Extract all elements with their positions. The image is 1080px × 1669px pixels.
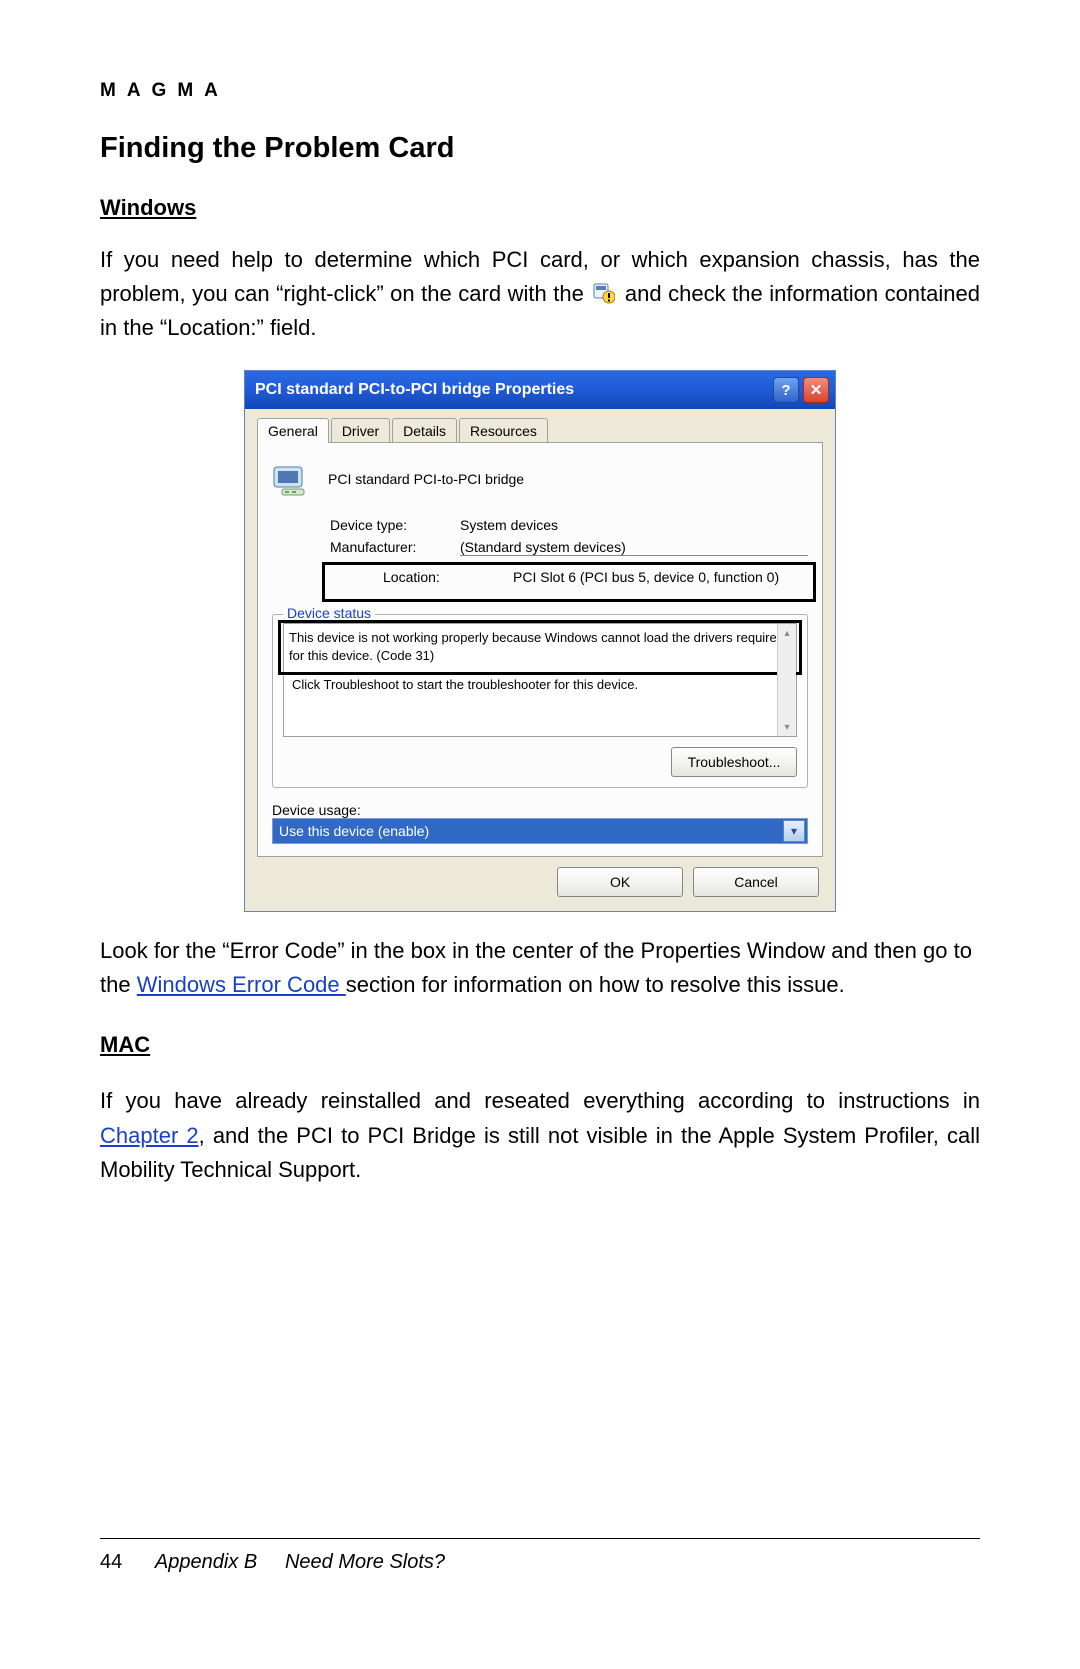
device-usage-label: Device usage: <box>272 802 808 818</box>
device-status-legend: Device status <box>283 605 375 621</box>
dialog-footer: OK Cancel <box>257 857 823 897</box>
status-error-text: This device is not working properly beca… <box>289 630 784 663</box>
text: If you have already reinstalled and rese… <box>100 1088 980 1113</box>
scroll-up-icon[interactable]: ▴ <box>778 624 796 642</box>
prop-row-manufacturer: Manufacturer: (Standard system devices) <box>330 539 808 556</box>
status-highlight-box: This device is not working properly beca… <box>278 620 802 675</box>
paragraph-windows: If you need help to determine which PCI … <box>100 243 980 345</box>
dialog-title: PCI standard PCI-to-PCI bridge Propertie… <box>255 381 769 399</box>
troubleshoot-button[interactable]: Troubleshoot... <box>671 747 797 777</box>
footer-rule <box>100 1538 980 1539</box>
device-header: PCI standard PCI-to-PCI bridge <box>272 459 808 499</box>
paragraph-error-code: Look for the “Error Code” in the box in … <box>100 934 980 1002</box>
tab-details[interactable]: Details <box>392 418 457 443</box>
properties-dialog: PCI standard PCI-to-PCI bridge Propertie… <box>244 370 836 912</box>
dialog-titlebar[interactable]: PCI standard PCI-to-PCI bridge Propertie… <box>245 371 835 409</box>
prop-value: System devices <box>460 517 808 533</box>
device-usage-select[interactable]: Use this device (enable) ▾ <box>272 818 808 844</box>
dialog-body: General Driver Details Resources <box>245 409 835 911</box>
footer-appendix: Appendix B <box>155 1551 257 1573</box>
page-footer: 44 Appendix B Need More Slots? <box>100 1551 445 1574</box>
prop-label: Location: <box>383 569 513 585</box>
warning-icon <box>593 282 615 304</box>
tab-bar: General Driver Details Resources <box>257 417 823 443</box>
prop-row-location: Location: PCI Slot 6 (PCI bus 5, device … <box>383 569 811 585</box>
device-usage-value: Use this device (enable) <box>279 823 429 839</box>
scrollbar[interactable]: ▴ ▾ <box>777 624 796 736</box>
properties-grid: Device type: System devices Manufacturer… <box>330 517 808 602</box>
prop-row-device-type: Device type: System devices <box>330 517 808 533</box>
status-hint-text: Click Troubleshoot to start the troubles… <box>292 677 638 692</box>
document-page: MAGMA Finding the Problem Card Windows I… <box>0 0 1080 1669</box>
section-heading-mac: MAC <box>100 1032 980 1058</box>
brand-header: MAGMA <box>100 80 980 102</box>
cancel-button[interactable]: Cancel <box>693 867 819 897</box>
tab-resources[interactable]: Resources <box>459 418 548 443</box>
link-windows-error-code[interactable]: Windows Error Code <box>137 972 346 997</box>
prop-label: Device type: <box>330 517 460 533</box>
device-icon <box>272 459 312 499</box>
text: section for information on how to resolv… <box>346 972 845 997</box>
tab-general[interactable]: General <box>257 418 329 443</box>
titlebar-help-button[interactable]: ? <box>773 377 799 403</box>
link-chapter-2[interactable]: Chapter 2 <box>100 1123 199 1148</box>
scroll-down-icon[interactable]: ▾ <box>778 718 796 736</box>
device-name: PCI standard PCI-to-PCI bridge <box>328 471 524 487</box>
ok-button[interactable]: OK <box>557 867 683 897</box>
location-highlight: Location: PCI Slot 6 (PCI bus 5, device … <box>322 562 816 602</box>
paragraph-mac: If you have already reinstalled and rese… <box>100 1084 980 1186</box>
page-number: 44 <box>100 1551 122 1573</box>
page-title: Finding the Problem Card <box>100 132 980 165</box>
titlebar-close-button[interactable]: ✕ <box>803 377 829 403</box>
tab-pane-general: PCI standard PCI-to-PCI bridge Device ty… <box>257 442 823 857</box>
prop-value: PCI Slot 6 (PCI bus 5, device 0, functio… <box>513 569 811 585</box>
device-status-textbox: This device is not working properly beca… <box>283 623 797 737</box>
section-heading-windows: Windows <box>100 195 980 221</box>
footer-title: Need More Slots? <box>285 1551 445 1573</box>
chevron-down-icon[interactable]: ▾ <box>783 820 805 842</box>
prop-label: Manufacturer: <box>330 539 460 556</box>
tab-driver[interactable]: Driver <box>331 418 390 443</box>
text: , and the PCI to PCI Bridge is still not… <box>100 1123 980 1182</box>
device-status-fieldset: Device status This device is not working… <box>272 614 808 788</box>
prop-value: (Standard system devices) <box>460 539 808 556</box>
